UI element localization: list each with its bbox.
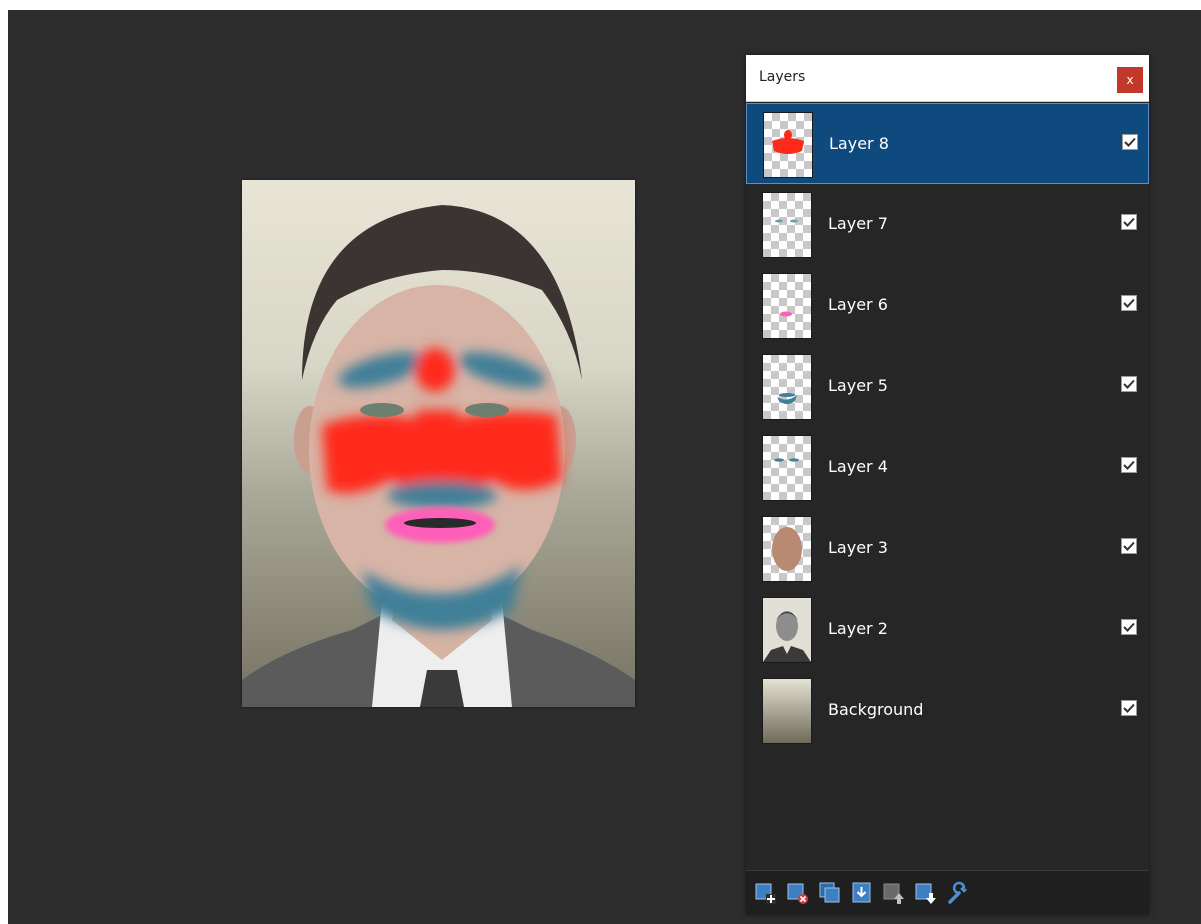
visibility-checkbox[interactable] — [1121, 457, 1137, 473]
visibility-checkbox[interactable] — [1121, 295, 1137, 311]
visibility-checkbox[interactable] — [1121, 214, 1137, 230]
add-layer-icon[interactable] — [754, 881, 778, 905]
layer-name: Layer 6 — [828, 295, 888, 314]
layer-name: Layer 5 — [828, 376, 888, 395]
blue-brows-thumb-icon — [762, 435, 812, 501]
layer-name: Layer 4 — [828, 457, 888, 476]
visibility-checkbox[interactable] — [1121, 619, 1137, 635]
eye-marks-thumb-icon — [762, 192, 812, 258]
duplicate-layer-icon[interactable] — [818, 881, 842, 905]
canvas-image[interactable] — [242, 180, 635, 707]
merge-down-icon[interactable] — [850, 881, 874, 905]
layers-toolbar — [746, 870, 1149, 915]
face-skin-thumb-icon — [762, 516, 812, 582]
layer-row-layer-8[interactable]: Layer 8 — [746, 103, 1149, 184]
layer-name: Background — [828, 700, 924, 719]
delete-layer-icon[interactable] — [786, 881, 810, 905]
visibility-checkbox[interactable] — [1122, 134, 1138, 150]
visibility-checkbox[interactable] — [1121, 538, 1137, 554]
layer-row-layer-4[interactable]: Layer 4 — [746, 427, 1149, 508]
move-layer-up-icon[interactable] — [882, 881, 906, 905]
blue-chin-thumb-icon — [762, 354, 812, 420]
layer-row-background[interactable]: Background — [746, 670, 1149, 751]
visibility-checkbox[interactable] — [1121, 700, 1137, 716]
layer-name: Layer 3 — [828, 538, 888, 557]
pink-lips-thumb-icon — [762, 273, 812, 339]
layer-row-layer-3[interactable]: Layer 3 — [746, 508, 1149, 589]
visibility-checkbox[interactable] — [1121, 376, 1137, 392]
red-paint-thumb-icon — [763, 112, 813, 178]
layer-name: Layer 7 — [828, 214, 888, 233]
layer-row-layer-6[interactable]: Layer 6 — [746, 265, 1149, 346]
panel-title: Layers — [759, 69, 806, 85]
portrait-thumb-icon — [762, 597, 812, 663]
move-layer-down-icon[interactable] — [914, 881, 938, 905]
layers-panel: Layers x Layer 8 Layer 7 Layer 6 Layer 5… — [746, 55, 1149, 915]
layer-row-layer-5[interactable]: Layer 5 — [746, 346, 1149, 427]
layer-list: Layer 8 Layer 7 Layer 6 Layer 5 Layer 4 … — [746, 103, 1149, 751]
layer-row-layer-2[interactable]: Layer 2 — [746, 589, 1149, 670]
background-gradient-thumb-icon — [762, 678, 812, 744]
close-button[interactable]: x — [1117, 67, 1143, 93]
layer-properties-icon[interactable] — [946, 881, 970, 905]
layer-name: Layer 8 — [829, 134, 889, 153]
layer-name: Layer 2 — [828, 619, 888, 638]
panel-header: Layers x — [746, 55, 1149, 102]
layer-row-layer-7[interactable]: Layer 7 — [746, 184, 1149, 265]
